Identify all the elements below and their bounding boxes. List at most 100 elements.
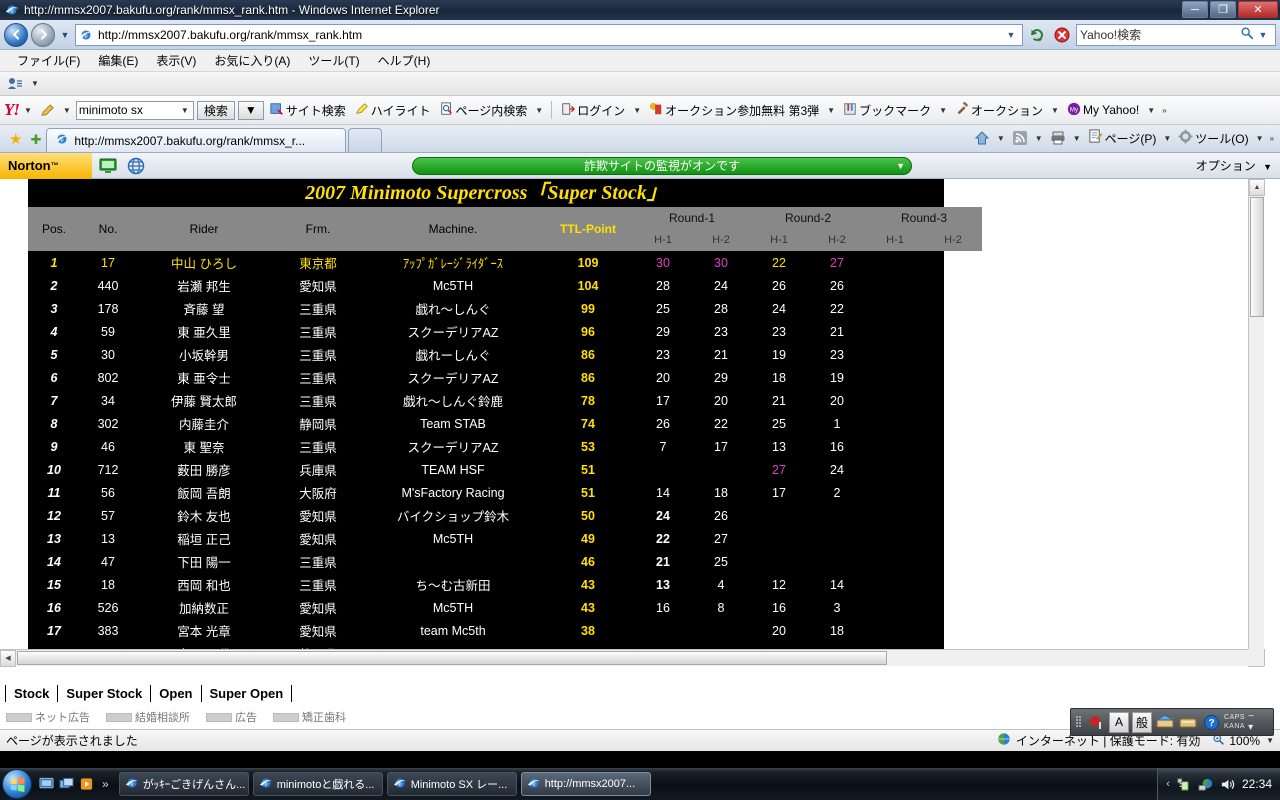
favorites-star-icon[interactable]: ★: [6, 130, 25, 152]
search-input[interactable]: Yahoo!検索 ▼: [1076, 23, 1276, 46]
address-dropdown-icon[interactable]: ▼: [1002, 25, 1020, 45]
find-in-page-button[interactable]: ページ内検索: [437, 101, 531, 120]
feeds-icon[interactable]: [1009, 127, 1031, 149]
auction-caret[interactable]: ▼: [1049, 106, 1061, 115]
bookmark-button[interactable]: ブックマーク: [840, 101, 934, 120]
yahoo-search-options-caret[interactable]: ▼: [237, 100, 264, 120]
category-tab[interactable]: Super Open: [201, 685, 293, 702]
yahoo-search-input[interactable]: minimoto sx ▼: [75, 100, 194, 120]
clock[interactable]: 22:34: [1242, 777, 1272, 791]
zoom-caret[interactable]: ▼: [1264, 736, 1276, 745]
ime-input-mode-kana[interactable]: 般: [1132, 711, 1153, 733]
my-yahoo-caret[interactable]: ▼: [1145, 106, 1157, 115]
yahoo-logo-caret[interactable]: ▼: [22, 106, 34, 115]
messenger-caret[interactable]: ▼: [29, 79, 41, 88]
ime-menu-caret[interactable]: ▾: [1248, 722, 1254, 733]
minimize-button[interactable]: ─: [1182, 1, 1208, 18]
site-search-button[interactable]: サイト検索: [267, 101, 349, 120]
ad-link[interactable]: 結婚相談所: [106, 709, 190, 725]
menu-tools[interactable]: ツール(T): [299, 50, 368, 71]
taskbar-task-button[interactable]: e がｯｷｰごきげんさん...: [118, 772, 249, 796]
page-horizontal-scrollbar[interactable]: ◀ ▶: [0, 649, 1264, 667]
feeds-caret[interactable]: ▼: [1033, 134, 1045, 143]
home-caret[interactable]: ▼: [995, 134, 1007, 143]
ime-minimize-controls[interactable]: − ▾: [1248, 711, 1254, 733]
tools-menu-caret[interactable]: ▼: [1254, 134, 1266, 143]
media-player-icon[interactable]: [78, 776, 94, 792]
ime-help-icon[interactable]: ?: [1201, 712, 1221, 733]
print-caret[interactable]: ▼: [1071, 134, 1083, 143]
add-favorite-icon[interactable]: ✚: [27, 132, 44, 152]
ad-link[interactable]: 矯正歯科: [273, 709, 346, 725]
volume-icon[interactable]: [1220, 776, 1236, 792]
ime-drag-handle[interactable]: [1074, 712, 1083, 733]
scroll-up-arrow[interactable]: ▲: [1249, 179, 1265, 196]
bookmark-caret[interactable]: ▼: [937, 106, 949, 115]
page-menu-button[interactable]: ページ(P): [1085, 128, 1160, 148]
menu-edit[interactable]: 編集(E): [89, 50, 147, 71]
ime-toolbar[interactable]: A 般 ? CAPS KANA − ▾: [1070, 708, 1274, 736]
tray-expand-chevron[interactable]: ‹: [1166, 778, 1170, 790]
close-button[interactable]: ✕: [1238, 1, 1278, 18]
page-menu-caret[interactable]: ▼: [1161, 134, 1173, 143]
taskbar-task-button[interactable]: e http://mmsx2007...: [520, 772, 651, 796]
print-icon[interactable]: [1047, 127, 1069, 149]
auction-button[interactable]: オークション: [952, 100, 1046, 120]
ime-input-mode-alpha[interactable]: A: [1109, 711, 1129, 733]
home-icon[interactable]: [971, 127, 993, 149]
pencil-caret[interactable]: ▼: [61, 106, 73, 115]
ime-dictionary-icon[interactable]: [1155, 712, 1175, 733]
new-tab-button[interactable]: [348, 128, 383, 152]
search-icon[interactable]: [1240, 26, 1254, 43]
category-tab[interactable]: Super Stock: [58, 685, 152, 702]
ime-status-icon[interactable]: [1086, 712, 1106, 733]
login-caret[interactable]: ▼: [631, 106, 643, 115]
switch-windows-icon[interactable]: [58, 776, 74, 792]
network-icon[interactable]: [1198, 776, 1214, 792]
forward-button[interactable]: [31, 22, 55, 47]
taskbar-task-button[interactable]: e minimotoと戯れる...: [252, 772, 383, 796]
address-bar[interactable]: e http://mmsx2007.bakufu.org/rank/mmsx_r…: [75, 23, 1023, 46]
yahoo-logo[interactable]: Y!: [4, 100, 20, 120]
my-yahoo-button[interactable]: My My Yahoo!: [1064, 101, 1142, 120]
ad-link[interactable]: ネット広告: [6, 709, 90, 725]
recent-pages-caret[interactable]: ▼: [58, 30, 72, 40]
search-provider-caret[interactable]: ▼: [1254, 25, 1272, 45]
contacts-icon[interactable]: [4, 76, 26, 92]
safely-remove-hardware-icon[interactable]: [1176, 776, 1192, 792]
start-button[interactable]: [2, 769, 32, 799]
pencil-icon[interactable]: [37, 102, 58, 119]
stop-button[interactable]: [1051, 24, 1073, 46]
find-in-page-caret[interactable]: ▼: [533, 106, 545, 115]
vertical-scroll-thumb[interactable]: [1250, 197, 1264, 317]
horizontal-scroll-thumb[interactable]: [17, 651, 887, 665]
menu-file[interactable]: ファイル(F): [8, 50, 89, 71]
yahoo-search-history-caret[interactable]: ▼: [179, 106, 191, 115]
norton-options-button[interactable]: オプション ▼: [1196, 157, 1272, 174]
norton-status-banner[interactable]: 詐欺サイトの監視がオンです ▼: [412, 156, 912, 175]
tools-menu-button[interactable]: ツール(O): [1175, 128, 1251, 148]
menu-help[interactable]: ヘルプ(H): [369, 50, 440, 71]
login-button[interactable]: ログイン: [558, 101, 628, 120]
maximize-button[interactable]: ❐: [1210, 1, 1236, 18]
show-desktop-icon[interactable]: [38, 776, 54, 792]
menu-favorites[interactable]: お気に入り(A): [205, 50, 299, 71]
norton-computer-icon[interactable]: [96, 155, 120, 177]
page-vertical-scrollbar[interactable]: ▲ ▼: [1248, 179, 1265, 666]
quick-launch-overflow[interactable]: »: [98, 777, 113, 791]
auction-campaign-caret[interactable]: ▼: [825, 106, 837, 115]
menu-view[interactable]: 表示(V): [147, 50, 205, 71]
ad-link[interactable]: 広告: [206, 709, 257, 725]
category-tab[interactable]: Open: [151, 685, 202, 702]
taskbar-task-button[interactable]: e Minimoto SX レー...: [386, 772, 517, 796]
yahoo-search-button[interactable]: 検索: [196, 100, 235, 120]
scroll-left-arrow[interactable]: ◀: [0, 649, 16, 667]
back-button[interactable]: [4, 22, 28, 47]
highlight-button[interactable]: ハイライト: [352, 101, 434, 120]
tab-toolbar-overflow[interactable]: »: [1268, 134, 1276, 143]
norton-web-icon[interactable]: [124, 155, 148, 177]
yahoo-toolbar-overflow[interactable]: »: [1160, 106, 1168, 115]
browser-tab[interactable]: e http://mmsx2007.bakufu.org/rank/mmsx_r…: [46, 128, 347, 152]
norton-status-caret[interactable]: ▼: [896, 161, 905, 171]
category-tab[interactable]: Stock: [5, 685, 59, 702]
